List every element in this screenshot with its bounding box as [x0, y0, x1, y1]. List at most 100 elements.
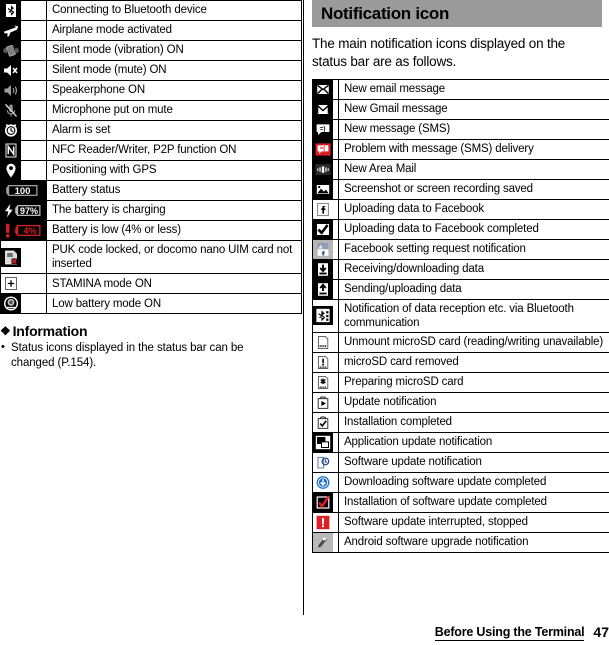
screenshot-saved-icon — [313, 179, 333, 199]
notification-icon-label: New message (SMS) — [338, 118, 609, 140]
status-icon-cell — [0, 140, 47, 161]
status-icon-cell — [0, 100, 47, 121]
status-icon-label: Microphone put on mute — [46, 100, 302, 121]
notification-icon-cell — [312, 411, 339, 433]
notification-icon-label: Android software upgrade notification — [338, 531, 609, 553]
notification-icon-label: Software update notification — [338, 451, 609, 473]
footer-page-number: 47 — [593, 624, 609, 640]
manual-page: Connecting to Bluetooth device Airplane … — [0, 0, 609, 645]
notification-icon-label: microSD card removed — [338, 351, 609, 373]
status-icon-label: Positioning with GPS — [46, 160, 302, 181]
information-block: ❖ Information Status icons displayed in … — [0, 323, 294, 371]
status-icon-cell — [0, 160, 47, 181]
bluetooth-data-icon — [313, 306, 333, 326]
sms-delivery-problem-icon: =( — [313, 139, 333, 159]
notification-icon-cell — [312, 511, 339, 533]
software-update-icon — [313, 452, 333, 472]
facebook-upload-complete-icon — [313, 219, 333, 239]
notification-icon-label: Downloading software update completed — [338, 471, 609, 493]
table-row: =) New message (SMS) — [312, 118, 609, 140]
android-upgrade-icon — [313, 532, 333, 552]
table-row: Software update notification — [312, 451, 609, 473]
status-icon-label: Silent mode (mute) ON — [46, 60, 302, 81]
status-icon-label: Silent mode (vibration) ON — [46, 40, 302, 61]
notification-icon-cell — [312, 351, 339, 373]
status-icon-cell — [0, 120, 47, 141]
table-row: STAMINA mode ON — [0, 273, 302, 295]
area-mail-icon — [313, 159, 333, 179]
microsd-unmount-icon — [313, 332, 333, 352]
status-icon-label: Alarm is set — [46, 120, 302, 141]
status-icon-label: Battery status — [46, 180, 302, 201]
notification-icon-label: Sending/uploading data — [338, 278, 609, 300]
notification-icon-label: Uploading data to Facebook — [338, 198, 609, 220]
low-battery-mode-icon — [1, 294, 21, 314]
notification-icon-label: New Gmail message — [338, 98, 609, 120]
gps-pin-icon — [1, 161, 21, 180]
speakerphone-icon — [1, 81, 21, 100]
notification-icon-cell — [312, 218, 339, 240]
table-row: Microphone put on mute — [0, 100, 302, 121]
table-row: Unmount microSD card (reading/writing un… — [312, 331, 609, 353]
status-icon-table: Connecting to Bluetooth device Airplane … — [0, 0, 302, 315]
left-column: Connecting to Bluetooth device Airplane … — [0, 0, 302, 371]
software-update-interrupted-icon — [313, 512, 333, 532]
airplane-mode-icon — [1, 21, 21, 40]
status-icon-cell — [0, 273, 47, 295]
svg-text:=(: =( — [320, 146, 325, 152]
battery-low-icon: 4% — [1, 221, 46, 240]
notification-icon-cell — [312, 431, 339, 453]
table-row: New Gmail message — [312, 98, 609, 120]
status-icon-label: PUK code locked, or docomo nano UIM card… — [46, 239, 302, 275]
bluetooth-connecting-icon — [1, 1, 21, 20]
footer-chapter-title: Before Using the Terminal — [434, 625, 585, 641]
information-heading: ❖ Information — [0, 323, 294, 339]
status-icon-cell — [0, 80, 47, 101]
table-row: New Area Mail — [312, 158, 609, 180]
table-row: Alarm is set — [0, 120, 302, 141]
software-download-complete-icon — [313, 472, 333, 492]
notification-icon-label: Problem with message (SMS) delivery — [338, 138, 609, 160]
svg-text:100: 100 — [15, 186, 31, 197]
table-row: Software update interrupted, stopped — [312, 511, 609, 533]
notification-icon-label: Uploading data to Facebook completed — [338, 218, 609, 240]
table-row: 100 Battery status — [0, 180, 302, 201]
table-row: 4% Battery is low (4% or less) — [0, 220, 302, 241]
new-gmail-icon — [313, 99, 333, 119]
notification-icon-label: Preparing microSD card — [338, 371, 609, 393]
notification-icon-cell — [312, 178, 339, 200]
mute-mode-icon — [1, 61, 21, 80]
table-row: Notification of data reception etc. via … — [312, 298, 609, 333]
status-icon-cell — [0, 239, 47, 275]
table-row: 97% The battery is charging — [0, 200, 302, 221]
status-icon-label: The battery is charging — [46, 200, 302, 221]
notification-icon-label: Installation of software update complete… — [338, 491, 609, 513]
table-row: Receiving/downloading data — [312, 258, 609, 280]
status-icon-cell — [0, 0, 47, 21]
status-icon-cell — [0, 20, 47, 41]
table-row: =( Problem with message (SMS) delivery — [312, 138, 609, 160]
status-icon-label: Airplane mode activated — [46, 20, 302, 41]
status-icon-label: Speakerphone ON — [46, 80, 302, 101]
notification-icon-cell: =( — [312, 138, 339, 160]
table-row: Connecting to Bluetooth device — [0, 0, 302, 21]
app-update-icon — [313, 432, 333, 452]
notification-icon-label: Notification of data reception etc. via … — [338, 298, 609, 333]
table-row: Uploading data to Facebook completed — [312, 218, 609, 240]
table-row: Uploading data to Facebook — [312, 198, 609, 220]
facebook-upload-icon — [313, 199, 333, 219]
table-row: Application update notification — [312, 431, 609, 453]
notification-icon-cell — [312, 451, 339, 473]
microphone-mute-icon — [1, 101, 21, 120]
upload-data-icon — [313, 279, 333, 299]
notification-icon-label: Screenshot or screen recording saved — [338, 178, 609, 200]
list-item: Status icons displayed in the status bar… — [0, 340, 249, 371]
table-row: Screenshot or screen recording saved — [312, 178, 609, 200]
battery-charging-icon: 97% — [1, 201, 46, 220]
microsd-preparing-icon — [313, 372, 333, 392]
diamond-bullet-icon: ❖ — [0, 324, 11, 339]
status-icon-cell: 4% — [0, 220, 47, 241]
status-icon-cell — [0, 293, 47, 315]
notification-icon-cell — [312, 198, 339, 220]
notification-icon-cell — [312, 331, 339, 353]
